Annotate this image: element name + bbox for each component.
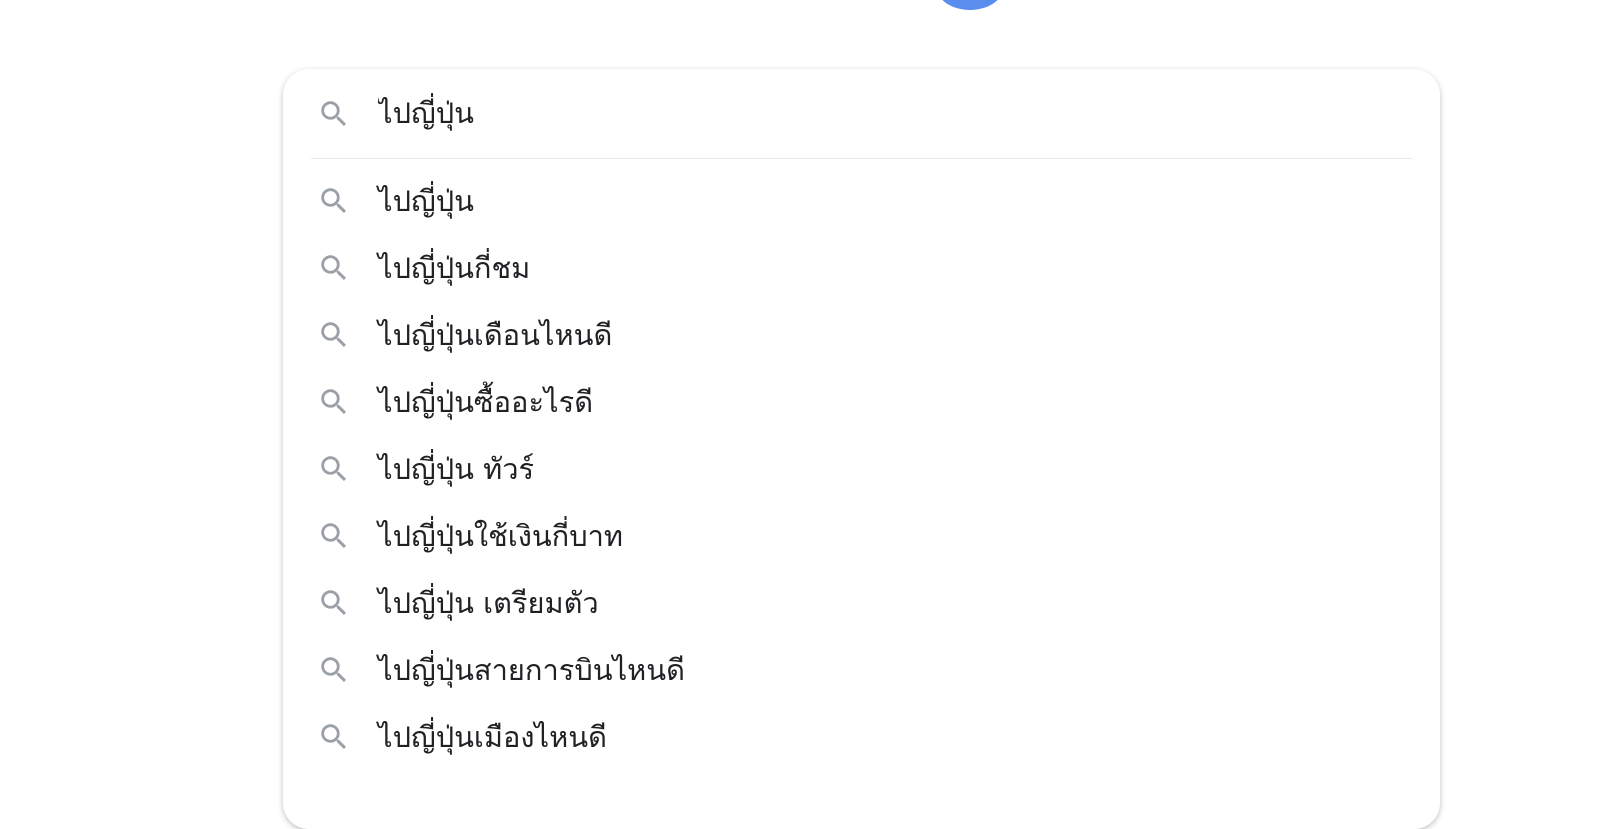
suggestion-label: ไปญี่ปุ่นเมืองไหนดี (378, 720, 607, 754)
search-input[interactable] (378, 89, 1378, 137)
suggestion-item[interactable]: ไปญี่ปุ่นสายการบินไหนดี (283, 638, 1440, 705)
search-icon (317, 251, 351, 285)
suggestion-label: ไปญี่ปุ่นซื้ออะไรดี (378, 385, 594, 419)
suggestion-label: ไปญี่ปุ่นเดือนไหนดี (378, 318, 613, 352)
suggestion-item[interactable]: ไปญี่ปุ่นเดือนไหนดี (283, 303, 1440, 370)
suggestion-item[interactable]: ไปญี่ปุ่น (283, 169, 1440, 236)
suggestion-item[interactable]: ไปญี่ปุ่นเมืองไหนดี (283, 705, 1440, 772)
suggestion-label: ไปญี่ปุ่นกี่ชม (378, 251, 531, 285)
suggestion-item[interactable]: ไปญี่ปุ่น ทัวร์ (283, 437, 1440, 504)
suggestion-item[interactable]: ไปญี่ปุ่นกี่ชม (283, 236, 1440, 303)
search-icon (317, 519, 351, 553)
suggestion-label: ไปญี่ปุ่นใช้เงินกี่บาท (378, 519, 624, 553)
search-icon (317, 318, 351, 352)
search-box: ไปญี่ปุ่น ไปญี่ปุ่นกี่ชม ไปญี่ปุ่นเดือนไ… (283, 69, 1440, 829)
search-icon (317, 97, 351, 131)
suggestion-label: ไปญี่ปุ่นสายการบินไหนดี (378, 653, 685, 687)
suggestion-label: ไปญี่ปุ่น (378, 184, 474, 218)
search-bar[interactable] (283, 69, 1440, 158)
search-icon (317, 720, 351, 754)
search-icon (317, 184, 351, 218)
divider (311, 158, 1412, 159)
search-icon (317, 385, 351, 419)
suggestion-label: ไปญี่ปุ่น เตรียมตัว (378, 586, 599, 620)
suggestion-item[interactable]: ไปญี่ปุ่น เตรียมตัว (283, 571, 1440, 638)
search-icon (317, 586, 351, 620)
search-icon (317, 653, 351, 687)
logo-partial (936, 0, 1004, 10)
suggestion-label: ไปญี่ปุ่น ทัวร์ (378, 452, 535, 486)
suggestion-list: ไปญี่ปุ่น ไปญี่ปุ่นกี่ชม ไปญี่ปุ่นเดือนไ… (283, 169, 1440, 772)
suggestion-item[interactable]: ไปญี่ปุ่นใช้เงินกี่บาท (283, 504, 1440, 571)
suggestion-item[interactable]: ไปญี่ปุ่นซื้ออะไรดี (283, 370, 1440, 437)
search-icon (317, 452, 351, 486)
